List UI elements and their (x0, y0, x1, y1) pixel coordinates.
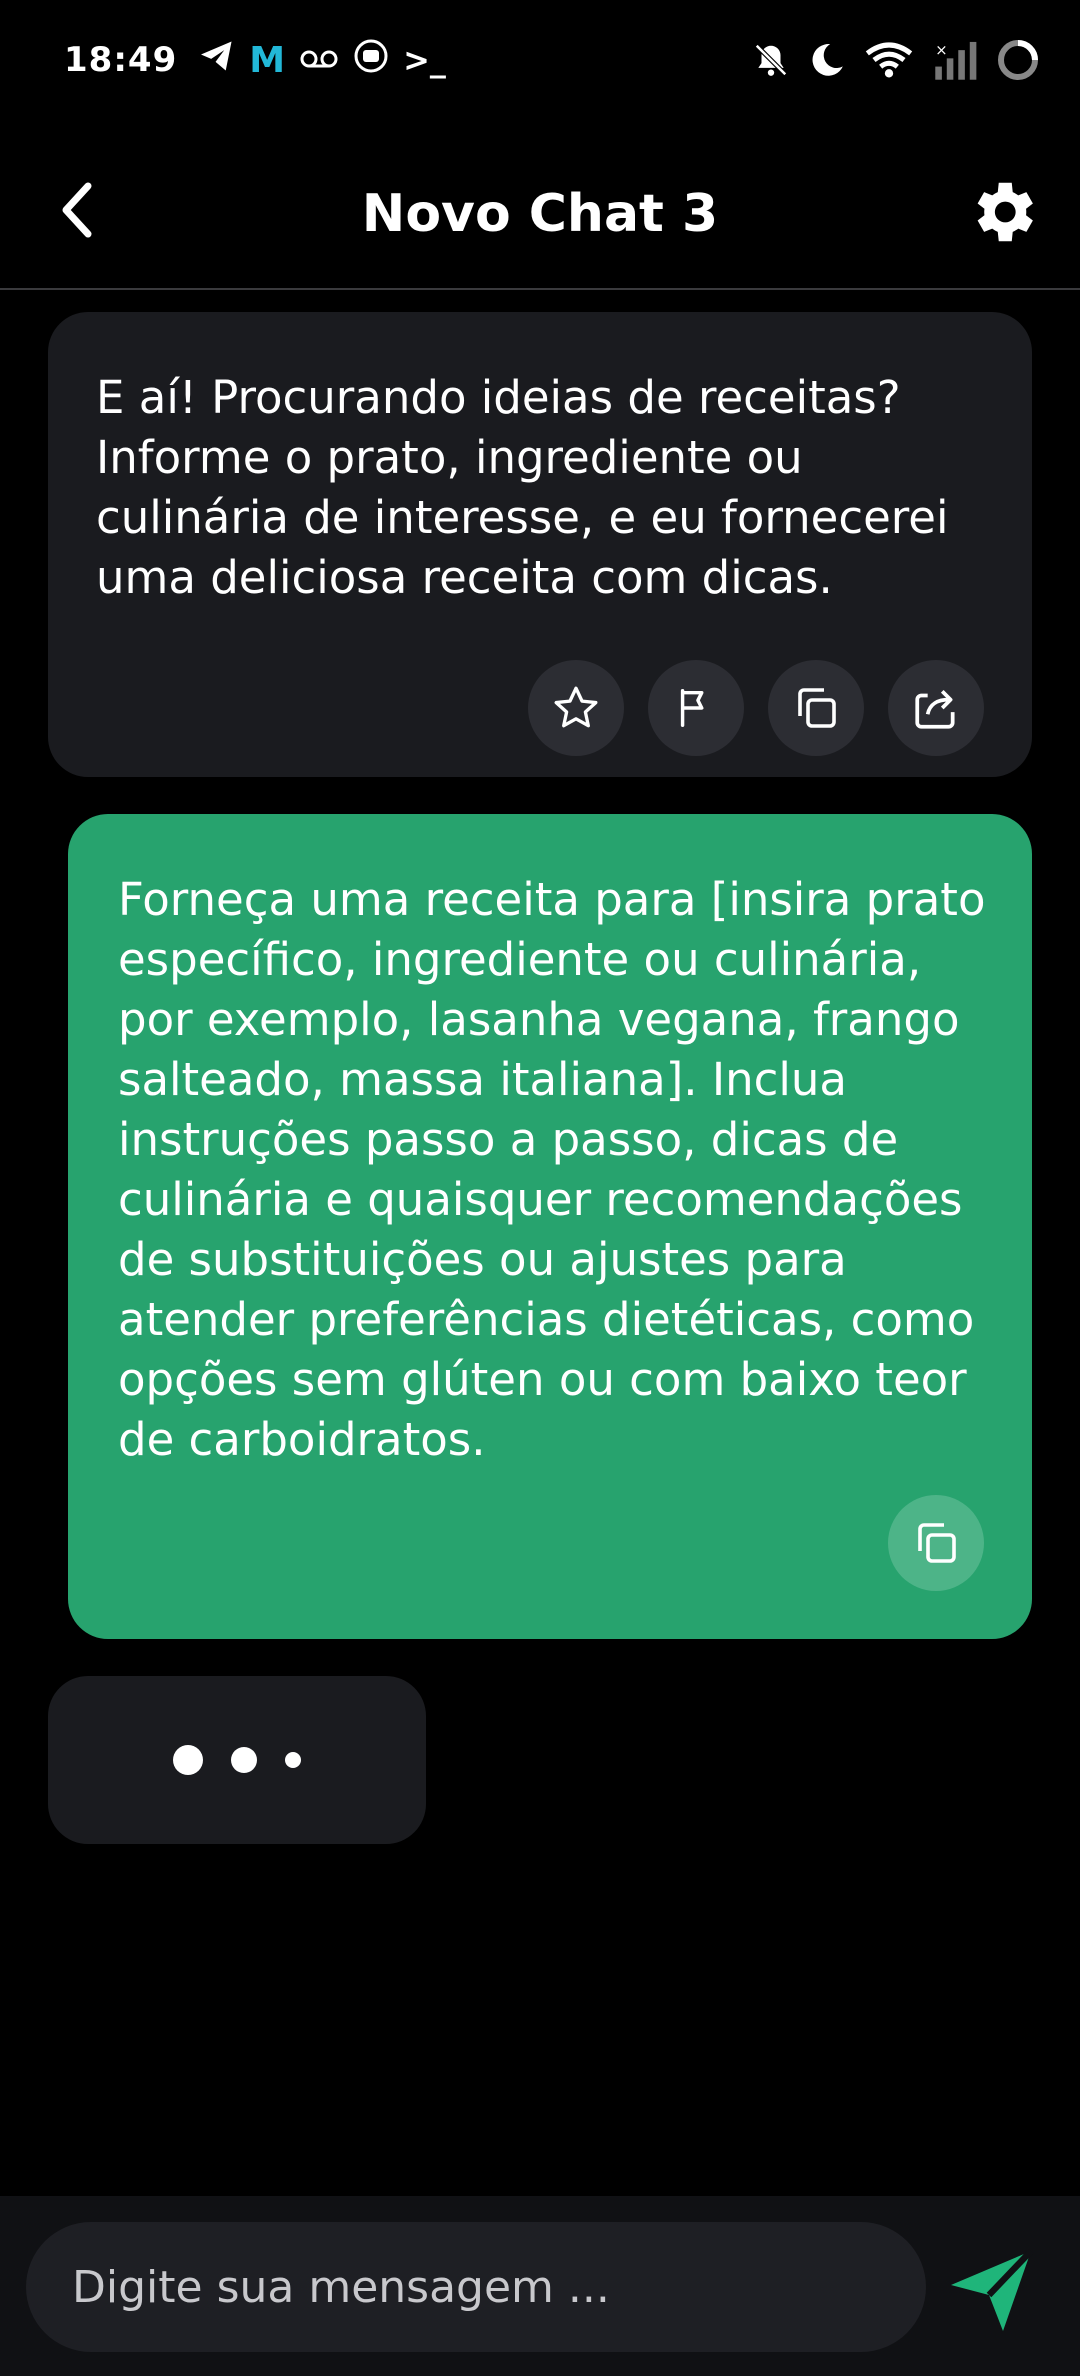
report-button[interactable] (648, 660, 744, 756)
chevron-left-icon (62, 182, 92, 238)
typing-dot (285, 1752, 301, 1768)
status-right: × (752, 38, 1040, 82)
gear-icon (977, 182, 1033, 242)
share-icon (915, 690, 955, 729)
message-input[interactable] (26, 2222, 926, 2352)
status-time: 18:49 (64, 40, 178, 80)
user-message: Forneça uma receita para [insira prato e… (68, 814, 1032, 1639)
wifi-icon (864, 40, 914, 80)
star-icon (554, 686, 598, 728)
signal-icon: × (932, 40, 978, 80)
status-bar: 18:49 M >_ × (0, 0, 1080, 120)
copy-button[interactable] (888, 1495, 984, 1591)
typing-dot (173, 1745, 203, 1775)
app-header: Novo Chat 3 (0, 140, 1080, 290)
settings-button[interactable] (960, 170, 1044, 254)
m-app-icon: M (249, 39, 286, 81)
copy-button[interactable] (768, 660, 864, 756)
battery-icon (996, 38, 1040, 82)
send-button[interactable] (936, 2236, 1046, 2346)
copy-icon (918, 1523, 956, 1563)
app-icon (353, 38, 389, 82)
notifications-off-icon (752, 41, 790, 79)
voicemail-icon (299, 41, 339, 79)
page-title: Novo Chat 3 (361, 184, 719, 244)
bot-message-text: E aí! Procurando ideias de receitas? Inf… (96, 371, 949, 604)
flag-icon (680, 689, 704, 727)
status-left: 18:49 M >_ (64, 38, 446, 82)
do-not-disturb-icon (808, 41, 846, 79)
favorite-button[interactable] (528, 660, 624, 756)
back-button[interactable] (44, 174, 108, 246)
share-button[interactable] (888, 660, 984, 756)
chat-screen: 18:49 M >_ × Novo Chat 3 E aí! Procurand… (0, 0, 1080, 2376)
bot-message: E aí! Procurando ideias de receitas? Inf… (48, 312, 1032, 777)
copy-icon (798, 688, 836, 728)
input-bar (0, 2196, 1080, 2376)
typing-dot (231, 1747, 257, 1773)
notification-icons: M >_ (199, 38, 446, 82)
terminal-icon: >_ (403, 41, 446, 79)
send-icon (951, 2248, 1034, 2331)
user-message-text: Forneça uma receita para [insira prato e… (118, 873, 986, 1466)
svg-text:×: × (935, 42, 947, 59)
typing-indicator (48, 1676, 426, 1844)
message-actions (528, 660, 984, 756)
telegram-icon (199, 40, 235, 80)
